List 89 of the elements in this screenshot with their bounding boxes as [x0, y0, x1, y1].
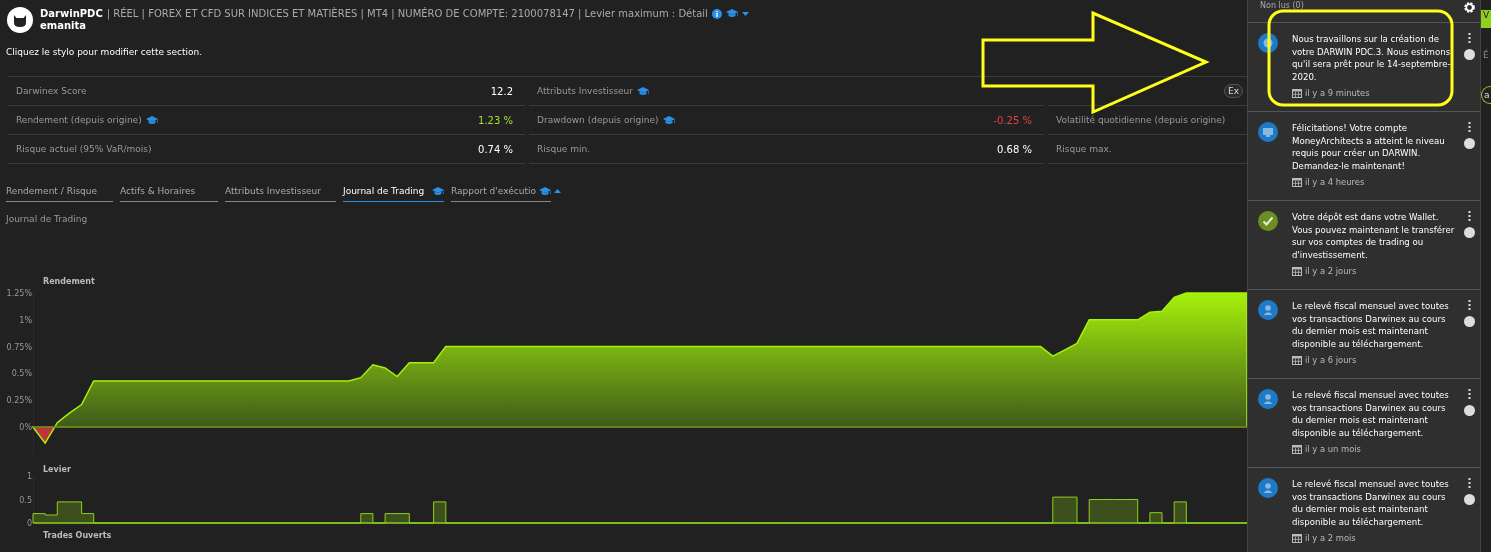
graduation-cap-icon — [725, 9, 738, 18]
tab[interactable]: Actifs & Horaires — [120, 186, 218, 202]
notification-card[interactable]: Félicitations! Votre compte MoneyArchitects a atteint le niveau requis pour créer un DARWIN. Demandez-le maintenant! il y a 4 heures — [1248, 111, 1480, 200]
notification-time: il y a un mois — [1305, 444, 1361, 455]
read-toggle[interactable] — [1463, 316, 1475, 327]
read-toggle[interactable] — [1463, 138, 1475, 149]
stat-label: Rendement (depuis origine) — [16, 115, 142, 125]
account-name: DarwinPDC — [40, 7, 103, 20]
stat-value: 0.74 % — [478, 143, 513, 155]
tick-label: 0 — [26, 519, 32, 528]
edge-button[interactable]: a — [1481, 86, 1491, 104]
ex-button[interactable]: Ex — [1224, 84, 1243, 98]
more-icon[interactable] — [1467, 122, 1471, 132]
read-toggle[interactable] — [1463, 494, 1475, 505]
user-name: emanita — [40, 20, 88, 31]
notification-time: il y a 2 mois — [1305, 533, 1356, 544]
chart-title: Rendement — [43, 277, 95, 286]
tab[interactable]: Journal de Trading — [343, 186, 444, 202]
edit-hint: Cliquez le stylo pour modifier cette section. — [6, 47, 203, 57]
tab[interactable]: Rendement / Risque — [6, 186, 113, 202]
stat-label: Risque max. — [1056, 144, 1112, 154]
chart-title: Trades Ouverts — [43, 531, 112, 539]
person-icon — [1263, 305, 1273, 315]
more-icon[interactable] — [1467, 300, 1471, 310]
chart-title: Levier — [43, 465, 71, 474]
account-details: | RÉEL | FOREX ET CFD SUR INDICES ET MATIÈRES | MT4 | NUMÉRO DE COMPTE: 2100078147 | Levier maximum : Détail — [106, 7, 708, 20]
stat-label: Attributs Investisseur — [537, 86, 633, 96]
calendar-icon — [1292, 177, 1302, 188]
notification-text: Félicitations! Votre compte MoneyArchitects a atteint le niveau requis pour créer un DARWIN. Demandez-le maintenant! — [1292, 122, 1446, 173]
tick-label: 1.25% — [6, 289, 32, 298]
avatar-icon — [7, 7, 33, 33]
stat-value: 0.68 % — [997, 143, 1032, 155]
section-title: Journal de Trading — [6, 214, 88, 224]
tick-label: 0.5 — [19, 495, 32, 505]
settings-icon[interactable] — [1463, 1, 1476, 14]
calendar-icon — [1292, 533, 1302, 544]
calendar-icon — [1292, 266, 1302, 277]
check-icon — [1262, 216, 1274, 226]
monitor-icon — [1263, 128, 1273, 137]
graduation-cap-icon — [432, 186, 444, 196]
more-icon[interactable] — [1467, 389, 1471, 399]
notification-time: il y a 9 minutes — [1305, 88, 1370, 99]
notification-card[interactable]: Votre dépôt est dans votre Wallet. Vous pouvez maintenant le transférer sur vos comptes de trading ou d'investissement. il y a 2 jours — [1248, 200, 1480, 289]
edge-text: É — [1482, 50, 1490, 60]
tick-label: 0.75% — [6, 342, 32, 352]
stat-value: -0.25 % — [993, 114, 1032, 126]
graduation-cap-icon — [538, 186, 551, 196]
person-icon — [1263, 483, 1273, 493]
tab[interactable]: Attributs Investisseur — [225, 186, 336, 202]
more-icon[interactable] — [1467, 33, 1471, 43]
edge-button[interactable]: V — [1481, 10, 1491, 28]
person-icon — [1263, 394, 1273, 404]
stat-value: 12.2 — [490, 85, 513, 97]
notification-time: il y a 2 jours — [1305, 266, 1357, 277]
stat-label: Volatilité quotidienne (depuis origine) — [1056, 115, 1226, 125]
stat-label: Drawdown (depuis origine) — [537, 115, 659, 125]
calendar-icon — [1292, 355, 1302, 366]
info-icon[interactable] — [711, 8, 722, 19]
tab[interactable]: Rapport d'exécutio — [451, 186, 551, 202]
tick-label: 0.5% — [11, 369, 32, 379]
notification-text: Le relevé fiscal mensuel avec toutes vos transactions Darwinex au cours du dernier mois est maintenant disponible au téléchargement. — [1292, 300, 1450, 351]
notification-time: il y a 6 jours — [1305, 355, 1357, 366]
read-toggle[interactable] — [1463, 405, 1475, 416]
notification-card[interactable]: Le relevé fiscal mensuel avec toutes vos transactions Darwinex au cours du dernier mois est maintenant disponible au téléchargement. il y a 6 jours — [1248, 289, 1480, 378]
read-toggle[interactable] — [1463, 49, 1475, 60]
stat-label: Risque actuel (95% VaR/mois) — [16, 144, 152, 154]
tick-label: 0.25% — [6, 396, 32, 406]
panel-header: Non lus (0) — [1260, 1, 1304, 10]
stat-label: Darwinex Score — [16, 86, 87, 96]
calendar-icon — [1292, 88, 1302, 99]
more-icon[interactable] — [1467, 478, 1471, 488]
more-icon[interactable] — [1467, 211, 1471, 221]
notification-card[interactable]: Nous travaillons sur la création de votre DARWIN PDC.3. Nous estimons qu'il sera prêt pour le 14-septembre-2020. il y a 9 minutes — [1248, 22, 1480, 111]
read-toggle[interactable] — [1463, 227, 1475, 238]
tick-label: 1% — [19, 315, 32, 325]
notification-text: Nous travaillons sur la création de votre DARWIN PDC.3. Nous estimons qu'il sera prêt pour le 14-septembre-2020. — [1292, 33, 1452, 84]
notification-text: Le relevé fiscal mensuel avec toutes vos transactions Darwinex au cours du dernier mois est maintenant disponible au téléchargement. — [1292, 478, 1450, 529]
calendar-icon — [1292, 444, 1302, 455]
stat-label: Risque min. — [537, 144, 591, 154]
notification-card[interactable]: Le relevé fiscal mensuel avec toutes vos transactions Darwinex au cours du dernier mois est maintenant disponible au téléchargement. il y a 2 mois — [1248, 467, 1480, 552]
caret-icon[interactable] — [741, 11, 749, 16]
notification-card[interactable]: Le relevé fiscal mensuel avec toutes vos transactions Darwinex au cours du dernier mois est maintenant disponible au téléchargement. il y a un mois — [1248, 378, 1480, 467]
notification-text: Votre dépôt est dans votre Wallet. Vous pouvez maintenant le transférer sur vos comptes de trading ou d'investissement. — [1292, 211, 1456, 262]
tick-label: 0% — [19, 423, 32, 432]
tick-label: 1 — [26, 472, 32, 481]
stat-value: 1.23 % — [478, 114, 513, 126]
notification-text: Le relevé fiscal mensuel avec toutes vos transactions Darwinex au cours du dernier mois est maintenant disponible au téléchargement. — [1292, 389, 1450, 440]
caret-icon — [553, 189, 561, 193]
notification-time: il y a 4 heures — [1305, 177, 1365, 188]
